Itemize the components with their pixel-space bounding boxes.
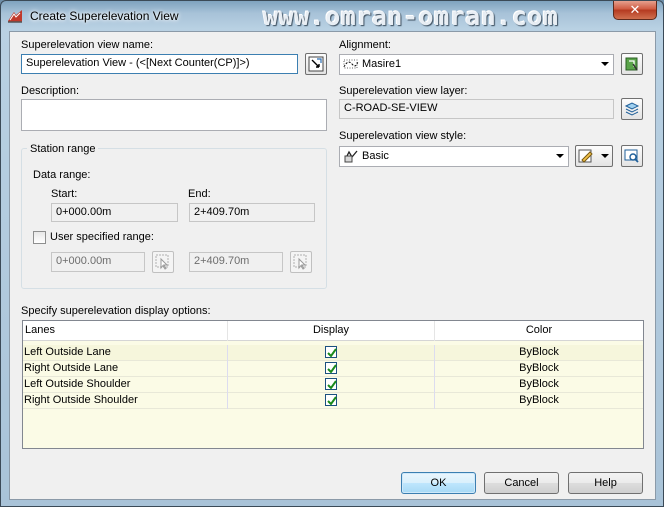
display-cell	[228, 377, 435, 393]
color-cell[interactable]: ByBlock	[435, 377, 643, 393]
layer-label: Superelevation view layer:	[339, 85, 468, 97]
help-button[interactable]: Help	[568, 472, 643, 494]
description-input[interactable]	[21, 99, 327, 131]
ok-button[interactable]: OK	[401, 472, 476, 494]
window-title: Create Superelevation View	[30, 9, 179, 23]
view-name-input[interactable]: Superelevation View - (<[Next Counter(CP…	[21, 54, 298, 74]
start-label: Start:	[51, 188, 78, 200]
alignment-label: Alignment:	[339, 39, 391, 51]
edit-name-button[interactable]	[305, 53, 327, 75]
lane-name-cell: Left Outside Shoulder	[23, 377, 228, 393]
column-header-display[interactable]: Display	[228, 321, 435, 341]
end-station-field: 2+409.70m	[189, 203, 315, 222]
display-options-label: Specify superelevation display options:	[21, 305, 211, 317]
lane-name-cell: Left Outside Lane	[23, 345, 228, 361]
style-edit-icon	[578, 149, 593, 163]
pick-station-icon	[155, 254, 169, 270]
display-checkbox[interactable]	[325, 394, 337, 406]
check-icon	[327, 348, 337, 358]
alignment-select[interactable]: Masire1	[339, 54, 614, 75]
cancel-button[interactable]: Cancel	[484, 472, 559, 494]
color-cell[interactable]: ByBlock	[435, 361, 643, 377]
chevron-down-icon	[601, 62, 609, 66]
color-cell[interactable]: ByBlock	[435, 393, 643, 409]
table-row[interactable]: Right Outside Shoulder ByBlock	[23, 393, 643, 409]
pick-station-icon	[293, 254, 307, 270]
dialog-window: Create Superelevation View www.omran-omr…	[0, 0, 664, 507]
description-label: Description:	[21, 85, 80, 97]
edit-name-icon	[308, 56, 324, 72]
close-button[interactable]: ✕	[613, 1, 657, 20]
lane-name-cell: Right Outside Shoulder	[23, 393, 228, 409]
display-cell	[228, 361, 435, 377]
user-specified-label: User specified range:	[50, 231, 154, 243]
style-preview-button[interactable]	[621, 145, 643, 167]
display-checkbox[interactable]	[325, 378, 337, 390]
table-row[interactable]: Right Outside Lane ByBlock	[23, 361, 643, 377]
display-checkbox[interactable]	[325, 362, 337, 374]
user-end-station-input[interactable]: 2+409.70m	[189, 252, 283, 272]
user-specified-checkbox[interactable]	[33, 231, 46, 244]
dialog-client: Superelevation view name: Superelevation…	[9, 31, 656, 500]
chevron-down-icon	[601, 154, 609, 158]
app-icon	[7, 8, 23, 24]
watermark: www.omran-omran.com	[263, 2, 559, 31]
view-name-label: Superelevation view name:	[21, 39, 154, 51]
style-value: Basic	[362, 150, 389, 162]
select-alignment-button[interactable]	[621, 53, 643, 75]
start-station-field: 0+000.00m	[51, 203, 178, 222]
grid-header: Lanes Display Color	[23, 321, 643, 341]
end-label: End:	[188, 188, 211, 200]
style-icon	[344, 150, 358, 163]
user-start-station-input[interactable]: 0+000.00m	[51, 252, 145, 272]
layer-field: C-ROAD-SE-VIEW	[339, 99, 614, 119]
table-row[interactable]: Left Outside Shoulder ByBlock	[23, 377, 643, 393]
select-alignment-icon	[625, 57, 638, 71]
layer-button[interactable]	[621, 98, 643, 120]
color-cell[interactable]: ByBlock	[435, 345, 643, 361]
pick-start-station-button[interactable]	[152, 251, 174, 273]
column-header-color[interactable]: Color	[435, 321, 643, 341]
title-bar[interactable]: Create Superelevation View www.omran-omr…	[1, 1, 663, 31]
layer-icon	[624, 102, 640, 116]
style-label: Superelevation view style:	[339, 130, 467, 142]
station-range-title: Station range	[27, 143, 99, 155]
style-edit-button[interactable]	[575, 145, 613, 167]
style-preview-icon	[624, 149, 639, 163]
data-range-label: Data range:	[33, 169, 91, 181]
display-cell	[228, 345, 435, 361]
display-checkbox[interactable]	[325, 346, 337, 358]
display-cell	[228, 393, 435, 409]
check-icon	[327, 364, 337, 374]
chevron-down-icon	[556, 154, 564, 158]
table-row[interactable]: Left Outside Lane ByBlock	[23, 345, 643, 361]
column-header-lanes[interactable]: Lanes	[23, 321, 228, 341]
lane-name-cell: Right Outside Lane	[23, 361, 228, 377]
display-options-grid: Lanes Display Color Left Outside Lane By…	[22, 320, 644, 449]
style-select[interactable]: Basic	[339, 146, 569, 167]
alignment-icon	[343, 59, 359, 69]
alignment-value: Masire1	[362, 58, 402, 70]
pick-end-station-button[interactable]	[290, 251, 312, 273]
check-icon	[327, 380, 337, 390]
check-icon	[327, 396, 337, 406]
